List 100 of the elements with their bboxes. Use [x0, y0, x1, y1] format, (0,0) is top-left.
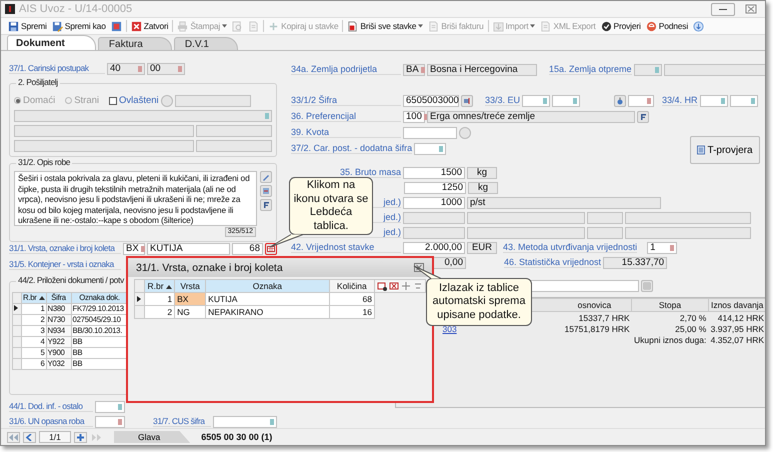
collapse-icon[interactable]: [413, 281, 423, 291]
text-field[interactable]: [467, 226, 585, 238]
t-check-button[interactable]: T-provjera: [690, 136, 760, 164]
text-field[interactable]: BA: [403, 64, 425, 76]
field-marker-icon: [270, 418, 274, 424]
field-marker-icon: [265, 112, 269, 118]
minimize-button[interactable]: [711, 2, 735, 16]
tab[interactable]: Glava: [114, 431, 190, 443]
double-arrow-left-icon: [9, 434, 18, 440]
text-field[interactable]: [730, 94, 758, 106]
text-field[interactable]: 1: [647, 242, 678, 254]
table-cell: 25,00 %: [675, 324, 706, 334]
text-field[interactable]: [95, 416, 125, 428]
text-field[interactable]: 6505003000: [403, 94, 459, 106]
text-field[interactable]: [634, 64, 662, 76]
column-header[interactable]: Vrsta: [174, 280, 206, 292]
text-field[interactable]: 68: [232, 242, 263, 254]
text-field[interactable]: [587, 212, 623, 224]
text-field[interactable]: [522, 94, 550, 106]
row-indicator-icon: [137, 296, 141, 302]
text-field[interactable]: [700, 94, 728, 106]
text-field[interactable]: [587, 226, 623, 238]
text-field[interactable]: p/st: [467, 196, 661, 208]
table-button[interactable]: [265, 242, 277, 254]
checkbox[interactable]: Ovlašteni: [109, 95, 159, 106]
text-field[interactable]: [95, 400, 125, 412]
minimize-icon: [719, 8, 727, 10]
text-field[interactable]: Erga omnes/treće zemlje: [427, 110, 635, 122]
flask-icon[interactable]: [614, 94, 626, 106]
text-field[interactable]: KUTIJA: [147, 242, 230, 254]
text-field[interactable]: [414, 142, 446, 154]
toolbar-button[interactable]: Provjeri: [600, 20, 642, 32]
text-field[interactable]: [664, 64, 765, 76]
column-header[interactable]: R.br: [144, 280, 175, 292]
tab[interactable]: Faktura: [98, 37, 172, 50]
column-header[interactable]: Oznaka: [206, 280, 330, 292]
toolbar-button[interactable]: Zatvori: [130, 20, 170, 32]
text-field[interactable]: [174, 94, 251, 106]
field-label: 31/7. CUS šifra: [153, 416, 211, 427]
text-field[interactable]: [625, 226, 751, 238]
text-field[interactable]: 1000: [403, 196, 465, 208]
insert-icon[interactable]: [260, 185, 272, 197]
table-cell: 3.937,95 HRK: [710, 324, 764, 334]
text-field[interactable]: [403, 226, 465, 238]
toolbar-icon-button[interactable]: [110, 20, 123, 32]
page-icon: [540, 20, 552, 32]
link[interactable]: 303: [442, 324, 457, 334]
text-field[interactable]: BX: [123, 242, 145, 254]
text-field[interactable]: [625, 212, 751, 224]
description-field[interactable]: Šeširi i ostala pokrivala za glavu, pleteni ili kukičani, ili izrađeni od čipke, pusta ili drugih tekstilnih metražnih materijala (ali ne od vrpca), neovisno jesu li podstavljeni ili ukrašeni ili ne; mreže za kosu od bilo kojeg materijala, neovisno jesu li podstavljene ili ukrašene ili ne:-ostalo:--kape s obodom (šilterice): [14, 171, 257, 226]
text-field[interactable]: [196, 140, 272, 152]
move-icon[interactable]: [401, 281, 411, 291]
tab[interactable]: Dokument: [7, 35, 96, 50]
format-icon[interactable]: [260, 199, 272, 211]
text-field[interactable]: [14, 110, 272, 122]
text-field[interactable]: Bosna i Hercegovina: [427, 64, 537, 76]
column-header[interactable]: Količina: [329, 280, 374, 292]
text-field[interactable]: [196, 124, 272, 136]
total-label: Ukupni iznos duga:: [633, 334, 708, 345]
lookup-button[interactable]: [461, 94, 473, 106]
first-button[interactable]: [7, 432, 20, 442]
field-marker-icon: [543, 98, 548, 104]
info-icon: [693, 20, 704, 32]
text-field[interactable]: [14, 124, 194, 136]
field-marker-icon: [118, 418, 122, 424]
close-icon[interactable]: [745, 4, 757, 14]
toolbar-icon-button[interactable]: [692, 20, 706, 32]
text-field[interactable]: [14, 140, 194, 152]
group-title: 2. Pošiljatelj: [16, 77, 60, 87]
previous-button[interactable]: [23, 432, 36, 442]
format-icon[interactable]: [637, 110, 649, 122]
text-field[interactable]: [213, 416, 277, 428]
document-icon: [110, 20, 122, 32]
toolbar-button[interactable]: Spremi: [7, 20, 48, 32]
toolbar-button[interactable]: Podnesi: [644, 20, 690, 32]
text-field[interactable]: 1500: [403, 166, 465, 178]
text-field[interactable]: [467, 212, 585, 224]
text-field[interactable]: [552, 94, 580, 106]
add-row-icon[interactable]: [377, 281, 387, 291]
tab[interactable]: D.V.1: [174, 37, 238, 50]
table-cell: 15751,8179 HRK: [564, 324, 630, 334]
add-button[interactable]: [74, 432, 87, 442]
page-icon: [428, 20, 440, 32]
text-field[interactable]: 15.337,70: [603, 256, 668, 268]
toolbar-button[interactable]: Briši sve stavke: [346, 20, 424, 32]
edit-icon[interactable]: [260, 171, 272, 183]
field-label: 15a. Zemlja otpreme: [549, 64, 632, 75]
text-field[interactable]: 1250: [404, 182, 466, 194]
toolbar-button[interactable]: Spremi kao: [50, 20, 107, 32]
text-field[interactable]: 2.000,00: [403, 242, 465, 254]
text-field[interactable]: 40: [107, 62, 145, 74]
text-field[interactable]: [403, 126, 457, 138]
text-field[interactable]: [403, 212, 465, 224]
text-field[interactable]: 100: [403, 110, 425, 122]
text-field[interactable]: [628, 94, 654, 106]
close-icon[interactable]: [414, 263, 424, 272]
delete-row-icon[interactable]: [389, 281, 399, 291]
text-field[interactable]: 00: [147, 62, 185, 74]
tooltip-pointer: [412, 264, 444, 279]
grid-icon[interactable]: [641, 280, 653, 292]
